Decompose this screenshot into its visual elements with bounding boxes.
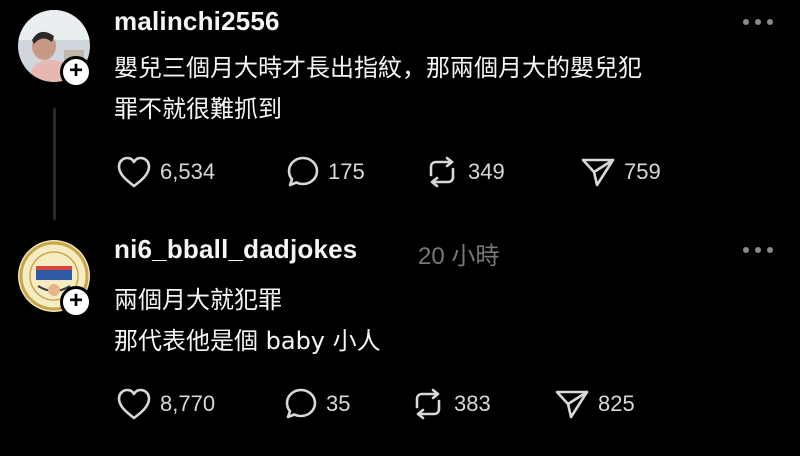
share-icon (580, 155, 616, 189)
plus-icon[interactable]: + (60, 286, 92, 318)
share-count: 825 (598, 391, 635, 416)
repost-button[interactable]: 383 (410, 384, 491, 424)
username[interactable]: ni6_bball_dadjokes (114, 234, 357, 265)
repost-count: 383 (454, 391, 491, 416)
thread-post: + malinchi2556 嬰兒三個月大時才長出指紋，那兩個月大的嬰兒犯 罪不… (0, 0, 800, 228)
more-icon[interactable] (738, 12, 778, 32)
avatar-container[interactable]: + (18, 240, 92, 318)
post-text-line: 那代表他是個 baby 小人 (114, 327, 381, 355)
repost-icon (424, 155, 460, 189)
like-button[interactable]: 8,770 (116, 384, 215, 424)
post-text-line: 兩個月大就犯罪 (114, 286, 282, 314)
heart-icon (116, 155, 152, 189)
comment-icon (284, 387, 318, 421)
comment-icon (286, 155, 320, 189)
repost-button[interactable]: 349 (424, 152, 505, 192)
repost-icon (410, 387, 446, 421)
post-body: 嬰兒三個月大時才長出指紋，那兩個月大的嬰兒犯 罪不就很難抓到 (114, 48, 642, 130)
avatar-container[interactable]: + (18, 10, 92, 88)
heart-icon (116, 387, 152, 421)
like-count: 8,770 (160, 391, 216, 416)
repost-count: 349 (468, 159, 505, 184)
reply-button[interactable]: 175 (286, 152, 365, 192)
reply-count: 175 (328, 159, 365, 184)
action-bar: 8,770 35 383 825 (114, 384, 794, 424)
post-text-line: 嬰兒三個月大時才長出指紋，那兩個月大的嬰兒犯 (114, 54, 642, 82)
share-count: 759 (624, 159, 661, 184)
share-button[interactable]: 759 (580, 152, 661, 192)
more-icon[interactable] (738, 240, 778, 260)
post-text-line: 罪不就很難抓到 (114, 95, 282, 123)
share-icon (554, 387, 590, 421)
post-body: 兩個月大就犯罪 那代表他是個 baby 小人 (114, 280, 381, 362)
like-button[interactable]: 6,534 (116, 152, 215, 192)
action-bar: 6,534 175 349 759 (114, 152, 794, 192)
thread-post: + ni6_bball_dadjokes 20 小時 兩個月大就犯罪 那代表他是… (0, 228, 800, 456)
thread-connector-line (53, 108, 56, 220)
username[interactable]: malinchi2556 (114, 6, 280, 37)
reply-count: 35 (326, 391, 351, 416)
reply-button[interactable]: 35 (284, 384, 350, 424)
share-button[interactable]: 825 (554, 384, 635, 424)
like-count: 6,534 (160, 159, 216, 184)
plus-icon[interactable]: + (60, 56, 92, 88)
timestamp: 20 小時 (418, 243, 500, 270)
